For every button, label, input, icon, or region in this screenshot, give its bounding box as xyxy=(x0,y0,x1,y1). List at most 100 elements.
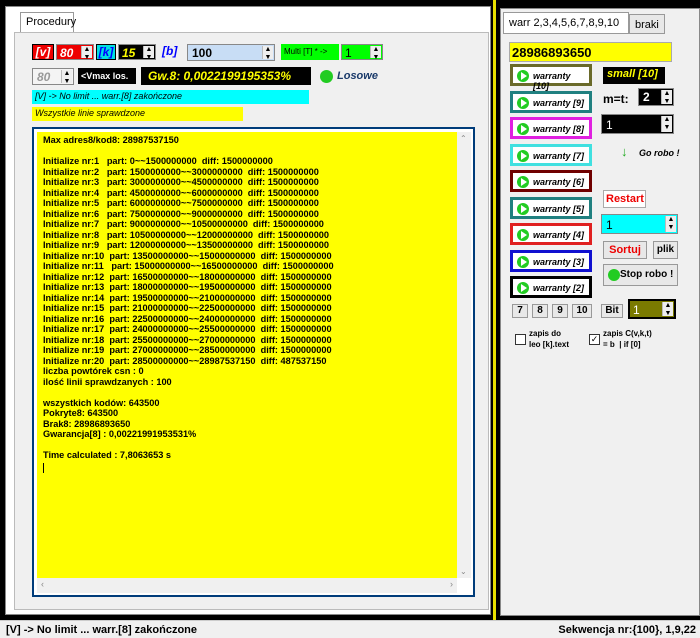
log-line: Initialize nr:17 part: 24000000000~~2550… xyxy=(43,324,332,334)
warranty-label: warranty [9] xyxy=(533,97,585,108)
cyan-stepper-arrows[interactable]: ▲ ▼ xyxy=(665,216,676,232)
vmax-stepper[interactable]: 80 ▲ ▼ xyxy=(32,68,74,85)
restart-button[interactable]: Restart xyxy=(603,190,646,208)
zapis-do-checkbox[interactable] xyxy=(515,334,526,345)
mt-value: 2 xyxy=(643,90,650,104)
sortuj-button[interactable]: Sortuj xyxy=(603,241,647,259)
warranty-label: warranty [6] xyxy=(533,177,585,187)
log-line: liczba powtórek csn : 0 xyxy=(43,366,144,376)
warranty-label: warranty [4] xyxy=(533,230,585,240)
log-line: Initialize nr:6 part: 7500000000~~900000… xyxy=(43,208,319,219)
play-icon xyxy=(517,176,529,188)
vmax-los-button[interactable]: <Vmax los. xyxy=(78,68,136,84)
log-line: Initialize nr:2 part: 1500000000~~300000… xyxy=(43,166,319,177)
warranty-label: warranty [3] xyxy=(533,256,585,267)
warranty-button[interactable]: warranty [3] xyxy=(510,249,592,272)
log-line: Initialize nr:1 part: 0~~1500000000 diff… xyxy=(43,156,273,166)
status-right: Sekwencja nr:{100}, 1,9,22 xyxy=(558,624,696,636)
v-value: 80 xyxy=(60,46,74,60)
log-horizontal-scrollbar[interactable]: ‹ › xyxy=(37,578,457,593)
olive-stepper-value: 1 xyxy=(633,303,640,317)
play-icon xyxy=(517,202,529,215)
scroll-up-icon[interactable]: ⌃ xyxy=(460,134,467,143)
num-button-10[interactable]: 10 xyxy=(572,304,592,318)
bit-button[interactable]: Bit xyxy=(601,304,623,318)
log-line: Initialize nr:13 part: 18000000000~~1950… xyxy=(43,282,332,292)
k-label: [k] xyxy=(96,44,116,60)
mt-stepper-arrows[interactable]: ▲ ▼ xyxy=(661,90,672,105)
big-number-field[interactable]: 28986893650 xyxy=(509,42,672,62)
tab-warr[interactable]: warr 2,3,4,5,6,7,8,9,10 xyxy=(503,12,629,34)
warranty-label: warranty [8] xyxy=(533,124,585,134)
b-stepper-arrows[interactable]: ▲ ▼ xyxy=(262,46,273,61)
zapis-c-label: zapis C(v,k,t) = b | if [0] xyxy=(603,329,652,349)
value-stepper-value: 1 xyxy=(606,118,613,132)
v-stepper[interactable]: 80 ▲ ▼ xyxy=(56,44,94,61)
scroll-right-icon[interactable]: › xyxy=(450,579,453,589)
num-button-7[interactable]: 7 xyxy=(512,304,528,318)
stop-robo-label: Stop robo ! xyxy=(620,269,674,280)
log-line: Initialize nr:15 part: 21000000000~~2250… xyxy=(43,303,332,313)
warranty-button[interactable]: warranty [10] xyxy=(510,64,592,91)
play-icon xyxy=(320,70,333,83)
log-vertical-scrollbar[interactable]: ⌃ ⌄ xyxy=(457,132,471,578)
log-line: Initialize nr:20 part: 28500000000~~2898… xyxy=(43,355,327,366)
zapis-c-checkbox[interactable]: ✓ xyxy=(589,334,600,345)
scroll-left-icon[interactable]: ‹ xyxy=(41,579,44,589)
log-line: Gwarancja[8] : 0,00221991953531% xyxy=(43,429,197,439)
mt-stepper[interactable]: 2 ▲ ▼ xyxy=(638,88,674,106)
vmax-stepper-arrows[interactable]: ▲ ▼ xyxy=(61,70,72,85)
log-line: Max adres8/kod8: 28987537150 xyxy=(43,135,179,145)
tab-braki[interactable]: braki xyxy=(629,14,665,34)
num-button-8[interactable]: 8 xyxy=(532,304,548,318)
log-line: Initialize nr:8 part: 10500000000~~12000… xyxy=(43,229,330,240)
small-label: small [10] xyxy=(603,67,665,84)
cyan-stepper[interactable]: 1 ▲ ▼ xyxy=(601,214,678,234)
warranty-button[interactable]: warranty [6] xyxy=(510,170,592,192)
v-stepper-arrows[interactable]: ▲ ▼ xyxy=(81,46,92,61)
olive-stepper[interactable]: 1 ▲ ▼ xyxy=(628,299,676,319)
multi-stepper-arrows[interactable]: ▲ ▼ xyxy=(370,46,381,61)
value-stepper[interactable]: 1 ▲ ▼ xyxy=(601,114,674,134)
multi-stepper[interactable]: 1 ▲ ▼ xyxy=(341,44,383,61)
warranty-button[interactable]: warranty [5] xyxy=(510,196,592,219)
multi-label: Multi [T] * -> xyxy=(281,44,339,60)
warranty-label: warranty [7] xyxy=(533,150,585,161)
play-icon xyxy=(517,149,529,162)
text-cursor xyxy=(43,462,44,473)
v-label: [v] xyxy=(32,44,54,60)
log-line: Initialize nr:16 part: 22500000000~~2400… xyxy=(43,313,332,324)
k-stepper-arrows[interactable]: ▲ ▼ xyxy=(143,46,154,61)
warranty-button[interactable]: warranty [8] xyxy=(510,117,592,139)
cyan-stepper-value: 1 xyxy=(606,218,613,232)
play-icon xyxy=(517,282,529,294)
olive-stepper-arrows[interactable]: ▲ ▼ xyxy=(662,302,673,317)
zapis-do-label: zapis do leo [k].text xyxy=(529,329,570,349)
warranty-button[interactable]: warranty [7] xyxy=(510,143,592,166)
log-line: Initialize nr:12 part: 16500000000~~1800… xyxy=(43,271,332,282)
value-stepper-arrows[interactable]: ▲ ▼ xyxy=(661,116,672,132)
k-stepper[interactable]: 15 ▲ ▼ xyxy=(118,44,156,61)
warranty-button[interactable]: warranty [2] xyxy=(510,276,592,298)
play-icon xyxy=(517,96,529,109)
stop-robo-button[interactable]: Stop robo ! xyxy=(603,264,678,286)
log-box[interactable]: Max adres8/kod8: 28987537150 Initialize … xyxy=(32,127,475,597)
warranty-button[interactable]: warranty [4] xyxy=(510,223,592,245)
warranty-button[interactable]: warranty [9] xyxy=(510,90,592,113)
multi-value: 1 xyxy=(345,46,352,60)
b-stepper[interactable]: 100 ▲ ▼ xyxy=(187,44,275,61)
losowe-button[interactable]: Losowe xyxy=(337,70,378,82)
go-robo-button[interactable]: Go robo ! xyxy=(639,148,680,158)
log-line: Brak8: 28986893650 xyxy=(43,418,131,429)
warranty-label: warranty [2] xyxy=(533,283,585,293)
plik-button[interactable]: plik xyxy=(653,241,678,259)
b-value: 100 xyxy=(192,46,213,60)
play-icon xyxy=(608,269,620,281)
scroll-down-icon[interactable]: ⌄ xyxy=(460,567,467,576)
num-button-9[interactable]: 9 xyxy=(552,304,568,318)
log-line: Initialize nr:18 part: 25500000000~~2700… xyxy=(43,334,332,345)
log-line: Initialize nr:14 part: 19500000000~~2100… xyxy=(43,292,332,303)
tab-procedury[interactable]: Procedury xyxy=(20,12,76,32)
log-line: Initialize nr:10 part: 13500000000~~1500… xyxy=(43,250,332,261)
